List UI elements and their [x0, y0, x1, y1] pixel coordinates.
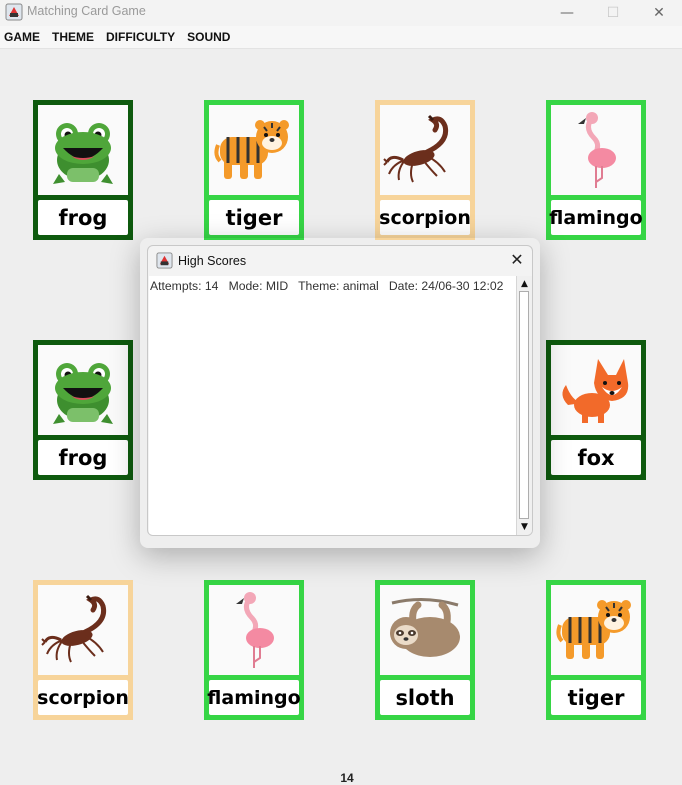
scorpion-icon	[383, 114, 449, 183]
card-flamingo[interactable]: flamingo	[546, 100, 646, 240]
scroll-up-arrow-icon[interactable]: ▲	[517, 277, 532, 291]
sloth-icon	[390, 597, 460, 657]
card-frog[interactable]: frog	[33, 340, 133, 480]
frog-icon	[53, 363, 113, 424]
tiger-icon	[214, 120, 289, 179]
card-image	[38, 345, 128, 435]
card-image	[38, 105, 128, 195]
card-image	[551, 105, 641, 195]
high-scores-dialog: High Scores ✕ Attempts: 14 Mode: MID The…	[147, 245, 533, 536]
fox-icon	[562, 359, 629, 423]
card-label: sloth	[380, 680, 470, 715]
vertical-scrollbar[interactable]: ▲ ▼	[516, 276, 532, 535]
dialog-title: High Scores	[178, 254, 247, 268]
java-app-icon	[5, 3, 23, 21]
flamingo-icon	[578, 112, 616, 188]
window-titlebar: Matching Card Game — ☐ ✕	[0, 0, 682, 26]
menu-difficulty[interactable]: DIFFICULTY	[100, 30, 181, 44]
card-label: tiger	[209, 200, 299, 235]
flamingo-icon	[236, 592, 274, 668]
scroll-down-arrow-icon[interactable]: ▼	[517, 520, 532, 534]
card-image	[380, 585, 470, 675]
card-tiger[interactable]: tiger	[546, 580, 646, 720]
card-label: flamingo	[207, 680, 301, 715]
card-fox[interactable]: fox	[546, 340, 646, 480]
card-frog[interactable]: frog	[33, 100, 133, 240]
minimize-button[interactable]: —	[544, 0, 590, 26]
dialog-close-button[interactable]: ✕	[507, 250, 527, 270]
close-button[interactable]: ✕	[636, 0, 682, 26]
scorpion-icon	[41, 594, 107, 663]
card-image	[380, 105, 470, 195]
card-image	[209, 585, 299, 675]
attempts-counter: 14	[340, 771, 354, 785]
card-image	[551, 345, 641, 435]
java-app-icon	[156, 252, 173, 269]
card-label: tiger	[551, 680, 641, 715]
card-label: scorpion	[37, 680, 129, 715]
tiger-icon	[556, 600, 631, 659]
card-flamingo[interactable]: flamingo	[204, 580, 304, 720]
card-label: frog	[38, 440, 128, 475]
card-label: fox	[551, 440, 641, 475]
scores-text-area[interactable]: Attempts: 14 Mode: MID Theme: animal Dat…	[149, 276, 516, 535]
card-tiger[interactable]: tiger	[204, 100, 304, 240]
card-image	[38, 585, 128, 675]
menu-theme[interactable]: THEME	[46, 30, 100, 44]
card-label: scorpion	[379, 200, 471, 235]
scrollbar-thumb[interactable]	[519, 291, 529, 519]
card-scorpion[interactable]: scorpion	[33, 580, 133, 720]
score-entry: Attempts: 14 Mode: MID Theme: animal Dat…	[150, 279, 504, 293]
maximize-button[interactable]: ☐	[590, 0, 636, 26]
window-title: Matching Card Game	[27, 4, 146, 18]
card-scorpion[interactable]: scorpion	[375, 100, 475, 240]
menu-bar: GAME THEME DIFFICULTY SOUND	[0, 26, 682, 49]
menu-game[interactable]: GAME	[0, 30, 46, 44]
card-label: flamingo	[549, 200, 643, 235]
card-label: frog	[38, 200, 128, 235]
frog-icon	[53, 123, 113, 184]
card-image	[551, 585, 641, 675]
card-sloth[interactable]: sloth	[375, 580, 475, 720]
menu-sound[interactable]: SOUND	[181, 30, 236, 44]
card-image	[209, 105, 299, 195]
dialog-titlebar[interactable]: High Scores ✕	[148, 246, 532, 276]
